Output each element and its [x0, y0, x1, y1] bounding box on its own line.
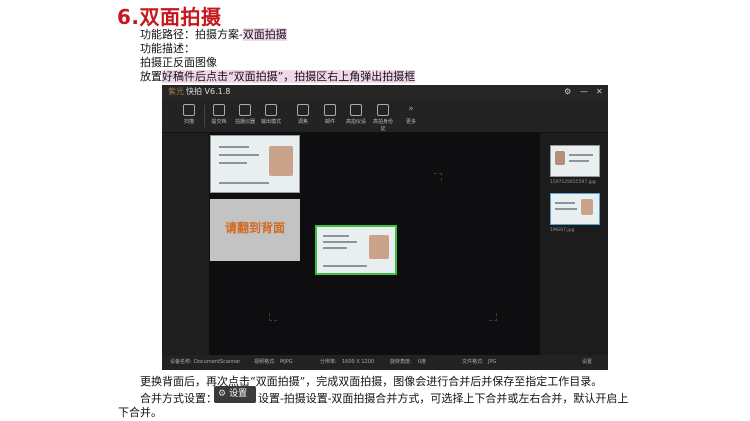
tool-label: 扫描: [183, 119, 194, 125]
status-device-label: 设备名称:: [170, 359, 192, 365]
tool-label: 邮件: [324, 119, 335, 125]
tool-label: 拍摄仪器: [234, 119, 255, 125]
tool-focus[interactable]: 调焦: [292, 102, 314, 130]
card-text-line: [555, 208, 577, 210]
app-titlebar: 紫光 快拍 V6.1.8 ⚙ — ✕: [162, 85, 608, 99]
chevron-right-icon: »: [408, 104, 414, 114]
function-path-prefix: 功能路径：拍摄方案-: [140, 28, 243, 41]
step-one-highlight-box: 拍摄框: [382, 70, 416, 83]
tool-label: 输出模式: [260, 119, 281, 125]
status-filetype-label: 文件格式:: [462, 359, 484, 365]
status-rot: 0度: [418, 359, 427, 365]
card-text-line: [219, 182, 269, 184]
step-one-prefix: 放置: [140, 70, 162, 83]
portrait-photo: [581, 199, 593, 215]
frame-corner: [269, 313, 277, 321]
card-text-line: [555, 202, 575, 204]
status-rot-label: 旋转角度:: [390, 359, 412, 365]
scan-icon: [183, 104, 195, 116]
card-text-line: [219, 154, 259, 156]
status-res-label: 分辨率:: [320, 359, 337, 365]
app-version: 快拍 V6.1.8: [186, 87, 231, 96]
app-screenshot: 紫光 快拍 V6.1.8 ⚙ — ✕ 扫描 提交档 拍摄仪器 输出模式 调焦 邮…: [162, 85, 608, 370]
merge-text: 设置-拍摄设置-双面拍摄合并方式，可选择上下合并或左右合并，默认开启上: [258, 392, 629, 405]
output-icon: [265, 104, 277, 116]
front-image-preview: [210, 135, 300, 193]
card-text-line: [219, 162, 247, 164]
tool-scan[interactable]: 扫描: [178, 102, 200, 130]
left-panel: [162, 133, 209, 355]
function-desc-label: 功能描述：: [140, 42, 195, 55]
card-text-line: [323, 247, 347, 249]
function-path-highlight: 双面拍摄: [242, 28, 287, 41]
step-two: 更换背面后，再次点击“双面拍摄”，完成双面拍摄，图像会进行合并后并保存至指定工作…: [140, 375, 603, 388]
gear-icon[interactable]: ⚙: [564, 85, 571, 99]
function-path: 功能路径：拍摄方案-双面拍摄: [140, 28, 287, 42]
tool-label: 高拍仪设: [345, 119, 366, 125]
tool-label: 高拍身份证: [372, 119, 393, 132]
card-text-line: [323, 241, 357, 243]
thumbnail-2[interactable]: [550, 193, 600, 225]
thumbnail-1[interactable]: [550, 145, 600, 177]
thumbnail-1-name: 1597125655597.jpg: [550, 180, 596, 185]
status-settings[interactable]: 设置: [582, 355, 592, 370]
tool-label: 调焦: [297, 119, 308, 125]
scanner-icon: [350, 104, 362, 116]
tool-output[interactable]: 输出模式: [260, 102, 282, 130]
frame-corner: [489, 313, 497, 321]
status-filetype: JPG: [488, 359, 497, 365]
tool-label: 提交档: [211, 119, 227, 125]
function-desc-text: 拍摄正反面图像: [140, 56, 217, 69]
step-one: 放置好稿件后点击“双面拍摄”，拍摄区右上角弹出拍摄框: [140, 70, 416, 84]
id-card-icon: [377, 104, 389, 116]
toolbar-divider: [204, 105, 205, 127]
card-text-line: [323, 235, 349, 237]
document-icon: [213, 104, 225, 116]
merge-text-cont: 下合并。: [118, 406, 162, 419]
frame-corner: [434, 173, 442, 181]
mail-icon: [324, 104, 336, 116]
status-bar: 设备名称: DocumentScanner 视频格式: MJPG 分辨率: 16…: [162, 355, 608, 370]
card-text-line: [219, 146, 249, 148]
close-icon[interactable]: ✕: [596, 85, 603, 99]
portrait-photo: [555, 151, 565, 165]
tool-mail[interactable]: 邮件: [319, 102, 341, 130]
detected-card: [315, 225, 397, 275]
tool-more[interactable]: » 更多: [400, 102, 422, 130]
settings-button-label: 设置: [229, 389, 248, 399]
flip-prompt-text: 请翻到背面: [224, 221, 285, 235]
status-device: DocumentScanner: [194, 359, 241, 365]
status-res: 1600 X 1200: [342, 359, 375, 365]
tool-submit[interactable]: 提交档: [208, 102, 230, 130]
portrait-photo: [269, 146, 293, 176]
tool-label: 更多: [405, 119, 416, 125]
settings-button-image: ⚙ 设置: [214, 386, 256, 403]
merge-label: 合并方式设置：: [140, 392, 217, 405]
card-text-line: [569, 154, 593, 156]
thumbnail-sidebar: 1597125655597.jpg 1MG07.jpg: [540, 133, 608, 355]
status-format: MJPG: [280, 359, 293, 365]
focus-icon: [297, 104, 309, 116]
step-one-highlight: 好稿件后点击“双面拍摄”，拍摄区右上角弹出: [162, 70, 383, 83]
tool-id-card[interactable]: 高拍身份证: [372, 102, 394, 132]
thumbnail-2-name: 1MG07.jpg: [550, 228, 575, 233]
tool-scanner-settings[interactable]: 高拍仪设: [345, 102, 367, 130]
gear-icon: ⚙: [218, 389, 227, 399]
flip-prompt-box: 请翻到背面: [210, 199, 300, 261]
tool-camera[interactable]: 拍摄仪器: [234, 102, 256, 130]
card-text-line: [323, 265, 367, 267]
app-brand: 紫光: [168, 87, 184, 96]
app-toolbar: 扫描 提交档 拍摄仪器 输出模式 调焦 邮件 高拍仪设 高拍身份证 » 更多: [162, 99, 608, 133]
camera-icon: [239, 104, 251, 116]
card-text-line: [569, 160, 589, 162]
section-title: 6.双面拍摄: [117, 5, 222, 29]
portrait-photo: [369, 235, 389, 259]
minimize-icon[interactable]: —: [580, 85, 588, 99]
status-format-label: 视频格式:: [254, 359, 276, 365]
